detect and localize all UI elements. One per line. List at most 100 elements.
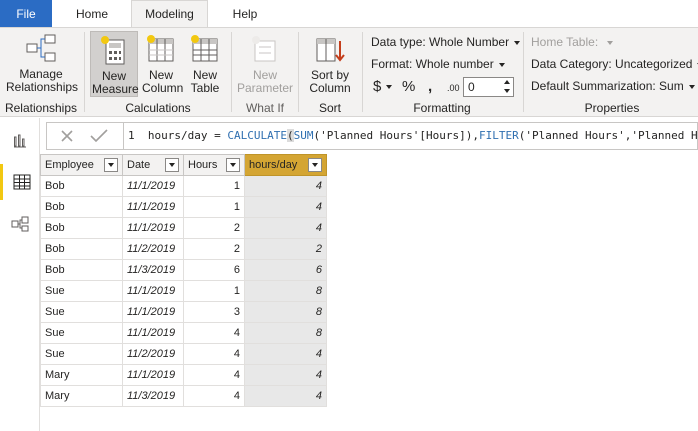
table-row[interactable]: Bob 11/3/2019 6 6 <box>40 259 327 281</box>
view-rail <box>0 118 40 431</box>
manage-relationships-button[interactable]: Manage Relationships <box>4 32 78 94</box>
cell-hours-per-day[interactable]: 4 <box>244 217 327 239</box>
cell-employee[interactable]: Mary <box>40 364 123 386</box>
cell-employee[interactable]: Bob <box>40 259 123 281</box>
cell-employee[interactable]: Bob <box>40 217 123 239</box>
cell-employee[interactable]: Sue <box>40 280 123 302</box>
cell-employee[interactable]: Sue <box>40 343 123 365</box>
tab-help[interactable]: Help <box>222 0 268 27</box>
data-type-dropdown[interactable]: Data type: Whole Number <box>371 35 521 49</box>
data-view-button[interactable] <box>0 164 40 200</box>
tab-home[interactable]: Home <box>66 0 118 27</box>
default-summarization-dropdown[interactable]: Default Summarization: Sum <box>531 79 695 93</box>
cell-hours-per-day[interactable]: 8 <box>244 322 327 344</box>
new-measure-button[interactable]: New Measure <box>90 31 139 97</box>
cell-date[interactable]: 11/1/2019 <box>122 280 184 302</box>
cell-date[interactable]: 11/2/2019 <box>122 238 184 260</box>
formula-argument: ('Planned Hours'[Hours]), <box>313 129 480 142</box>
formula-function: SUM <box>293 129 314 142</box>
table-row[interactable]: Mary 11/1/2019 4 4 <box>40 364 327 386</box>
column-header-hours[interactable]: Hours <box>183 154 245 176</box>
formula-bar: 1 hours/day = CALCULATE(SUM('Planned Hou… <box>40 118 698 154</box>
cell-employee[interactable]: Bob <box>40 196 123 218</box>
column-header-hours-per-day[interactable]: hours/day <box>244 154 327 176</box>
cell-date[interactable]: 11/1/2019 <box>122 217 184 239</box>
table-row[interactable]: Sue 11/1/2019 4 8 <box>40 322 327 344</box>
cell-hours[interactable]: 4 <box>183 385 245 407</box>
cell-hours[interactable]: 4 <box>183 322 245 344</box>
table-row[interactable]: Bob 11/1/2019 1 4 <box>40 175 327 197</box>
commit-formula-button[interactable] <box>83 123 115 149</box>
table-row[interactable]: Bob 11/1/2019 1 4 <box>40 196 327 218</box>
group-label-sort: Sort <box>318 101 341 115</box>
cell-employee[interactable]: Bob <box>40 175 123 197</box>
cell-date[interactable]: 11/3/2019 <box>122 385 184 407</box>
cell-hours-per-day[interactable]: 4 <box>244 175 327 197</box>
table-row[interactable]: Bob 11/2/2019 2 2 <box>40 238 327 260</box>
cell-date[interactable]: 11/1/2019 <box>122 364 184 386</box>
filter-dropdown-icon[interactable] <box>308 158 322 172</box>
cell-hours[interactable]: 1 <box>183 175 245 197</box>
cell-date[interactable]: 11/1/2019 <box>122 175 184 197</box>
cell-hours[interactable]: 4 <box>183 343 245 365</box>
stepper-up-icon[interactable] <box>504 80 510 84</box>
cell-hours[interactable]: 2 <box>183 238 245 260</box>
table-row[interactable]: Sue 11/1/2019 1 8 <box>40 280 327 302</box>
table-row[interactable]: Sue 11/2/2019 4 4 <box>40 343 327 365</box>
cancel-formula-button[interactable] <box>51 123 83 149</box>
formula-argument: ('Planned Hours','Planned Hours'[Employe… <box>518 129 697 142</box>
cell-hours-per-day[interactable]: 4 <box>244 196 327 218</box>
stepper-down-icon[interactable] <box>504 89 510 93</box>
cell-hours[interactable]: 4 <box>183 364 245 386</box>
cell-hours-per-day[interactable]: 4 <box>244 364 327 386</box>
tab-file[interactable]: File <box>0 0 52 27</box>
tab-modeling[interactable]: Modeling <box>131 0 208 27</box>
filter-dropdown-icon[interactable] <box>165 158 179 172</box>
group-label-calculations: Calculations <box>125 101 191 115</box>
percent-button[interactable]: % <box>402 78 415 95</box>
cell-date[interactable]: 11/1/2019 <box>122 196 184 218</box>
format-dropdown[interactable]: Format: Whole number <box>371 57 505 71</box>
filter-dropdown-icon[interactable] <box>104 158 118 172</box>
currency-button[interactable]: $ <box>373 78 393 95</box>
cell-hours[interactable]: 6 <box>183 259 245 281</box>
cell-hours[interactable]: 3 <box>183 301 245 323</box>
column-header-label: Hours <box>188 159 218 171</box>
column-header-date[interactable]: Date <box>122 154 184 176</box>
new-column-button[interactable]: New Column <box>141 33 183 95</box>
cell-hours-per-day[interactable]: 8 <box>244 280 327 302</box>
new-table-button[interactable]: New Table <box>185 33 225 95</box>
table-row[interactable]: Bob 11/1/2019 2 4 <box>40 217 327 239</box>
column-header-employee[interactable]: Employee <box>40 154 123 176</box>
cell-date[interactable]: 11/3/2019 <box>122 259 184 281</box>
cell-hours-per-day[interactable]: 2 <box>244 238 327 260</box>
cell-employee[interactable]: Bob <box>40 238 123 260</box>
data-category-dropdown[interactable]: Data Category: Uncategorized <box>531 57 698 71</box>
table-row[interactable]: Mary 11/3/2019 4 4 <box>40 385 327 407</box>
cell-employee[interactable]: Sue <box>40 322 123 344</box>
sort-by-column-button[interactable]: Sort by Column <box>303 33 357 95</box>
comma-button[interactable]: , <box>428 78 432 95</box>
cell-hours-per-day[interactable]: 8 <box>244 301 327 323</box>
model-view-button[interactable] <box>0 206 40 242</box>
new-parameter-button[interactable]: New Parameter <box>236 33 294 95</box>
cell-hours[interactable]: 1 <box>183 196 245 218</box>
cell-date[interactable]: 11/1/2019 <box>122 301 184 323</box>
cell-hours[interactable]: 1 <box>183 280 245 302</box>
home-table-dropdown[interactable]: Home Table: <box>531 35 614 49</box>
cell-employee[interactable]: Sue <box>40 301 123 323</box>
chevron-down-icon <box>386 85 393 90</box>
cell-date[interactable]: 11/1/2019 <box>122 322 184 344</box>
column-header-label: Date <box>127 159 151 171</box>
cell-hours-per-day[interactable]: 6 <box>244 259 327 281</box>
report-view-button[interactable] <box>0 122 40 158</box>
cell-hours[interactable]: 2 <box>183 217 245 239</box>
cell-employee[interactable]: Mary <box>40 385 123 407</box>
filter-dropdown-icon[interactable] <box>226 158 240 172</box>
cell-date[interactable]: 11/2/2019 <box>122 343 184 365</box>
table-row[interactable]: Sue 11/1/2019 3 8 <box>40 301 327 323</box>
cell-hours-per-day[interactable]: 4 <box>244 385 327 407</box>
formula-editor[interactable]: 1 hours/day = CALCULATE(SUM('Planned Hou… <box>123 123 697 149</box>
decimal-places-stepper[interactable]: 0 <box>463 77 514 97</box>
cell-hours-per-day[interactable]: 4 <box>244 343 327 365</box>
